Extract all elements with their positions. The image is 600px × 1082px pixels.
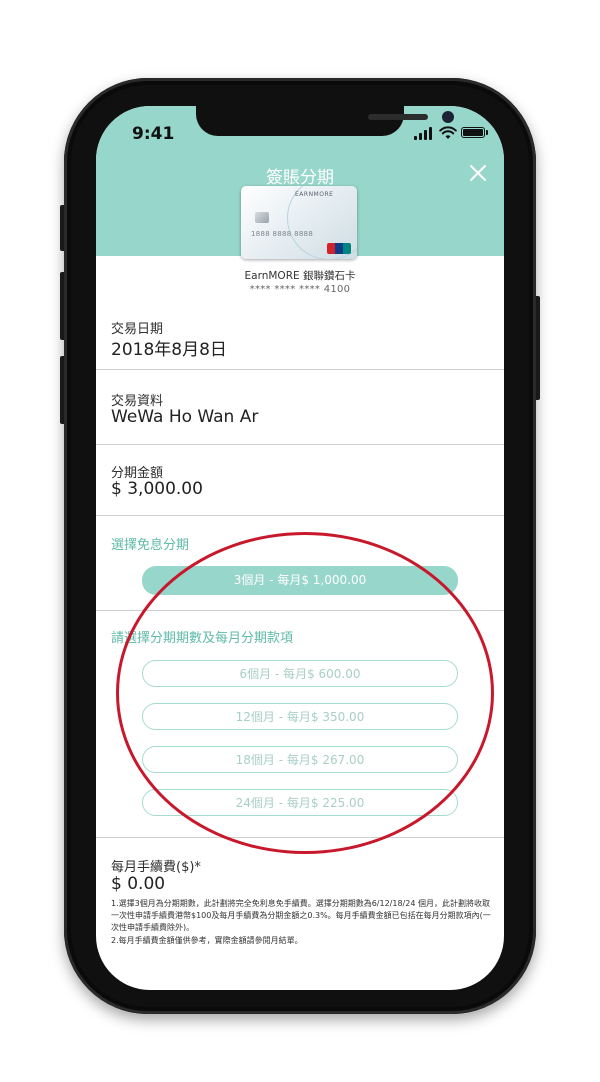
chip-icon (255, 212, 269, 223)
installment-amount-value: $ 3,000.00 (111, 479, 203, 499)
card-brand: EARNMORE (295, 191, 334, 198)
divider (96, 515, 504, 516)
signal-icon (414, 127, 434, 140)
notch (196, 106, 454, 136)
card-name: EarnMORE 銀聯鑽石卡 (244, 270, 356, 282)
fee-note-2: 2.每月手續費金額僅供參考，實際金額請參閱月結單。 (111, 936, 303, 945)
card-masked-number: **** **** **** 4100 (249, 284, 351, 295)
page-title: 簽賬分期 (266, 168, 334, 188)
transaction-info-value: WeWa Ho Wan Ar (111, 407, 259, 427)
divider (96, 369, 504, 370)
card-number: 1888 8888 8888 (251, 230, 314, 238)
interest-free-label: 選擇免息分期 (111, 538, 190, 553)
camera (442, 111, 454, 123)
battery-icon (461, 127, 485, 138)
wifi-icon (439, 126, 457, 139)
transaction-date-value: 2018年8月8日 (111, 340, 227, 360)
status-time: 9:41 (132, 124, 175, 144)
unionpay-logo (327, 243, 351, 254)
divider (96, 444, 504, 445)
battery-tip (486, 130, 488, 135)
monthly-fee-value: $ 0.00 (111, 874, 166, 894)
fee-note-1: 1.選擇3個月為分期期數，此計劃將完全免利息免手續費。選擇分期期數為6/12/1… (111, 899, 491, 932)
monthly-fee-label: 每月手續費($)* (111, 860, 201, 875)
close-icon[interactable] (466, 161, 490, 185)
speaker (368, 114, 428, 120)
credit-card-image: EARNMORE 1888 8888 8888 (241, 186, 357, 259)
red-highlight-circle (116, 532, 494, 854)
